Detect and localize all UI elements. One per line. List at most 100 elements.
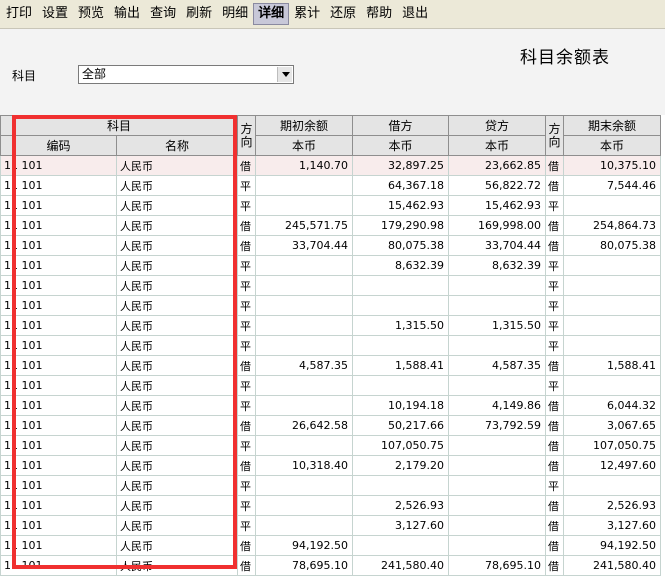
table-row[interactable]: 11 101 人民币平 64,367.18 56,822.72 借 7,544.46 bbox=[0, 175, 661, 196]
name-cell: 人民币 bbox=[116, 435, 238, 456]
opening-balance-cell: 78,695.10 bbox=[255, 555, 353, 576]
closing-direction-cell: 平 bbox=[545, 315, 564, 336]
direction-cell: 借 bbox=[237, 355, 256, 376]
opening-balance-cell bbox=[255, 435, 353, 456]
debit-cell: 1,588.41 bbox=[352, 355, 449, 376]
opening-balance-cell bbox=[255, 515, 353, 536]
toolbar-button-11[interactable]: 退出 bbox=[397, 3, 433, 25]
direction-cell: 借 bbox=[237, 215, 256, 236]
table-row[interactable]: 11 101 人民币借 4,587.35 1,588.41 4,587.35 借 1,588… bbox=[0, 355, 661, 376]
closing-balance-cell: 2,526.93 bbox=[563, 495, 661, 516]
table-row[interactable]: 11 101 人民币平平 bbox=[0, 295, 661, 316]
closing-direction-cell: 借 bbox=[545, 395, 564, 416]
table-row[interactable]: 11 101 人民币平平 bbox=[0, 275, 661, 296]
subject-filter-select[interactable]: 全部 bbox=[78, 65, 294, 84]
table-row[interactable]: 11 101 人民币平平 bbox=[0, 335, 661, 356]
opening-balance-cell: 26,642.58 bbox=[255, 415, 353, 436]
table-row[interactable]: 11 101 人民币借 78,695.10 241,580.40 78,695.10 借 2… bbox=[0, 555, 661, 576]
table-row[interactable]: 11 101 人民币借 245,571.75 179,290.98 169,998.00… bbox=[0, 215, 661, 236]
chevron-down-icon[interactable] bbox=[277, 67, 292, 82]
code-cell: 11 101 bbox=[0, 355, 117, 376]
code-cell: 11 101 bbox=[0, 175, 117, 196]
closing-balance-cell bbox=[563, 315, 661, 336]
table-row[interactable]: 11 101 人民币平平 bbox=[0, 475, 661, 496]
code-cell: 11 101 bbox=[0, 535, 117, 556]
debit-cell bbox=[352, 335, 449, 356]
table-row[interactable]: 11 101 人民币平 3,127.60 借 3,127.60 bbox=[0, 515, 661, 536]
direction-cell: 借 bbox=[237, 155, 256, 176]
table-row[interactable]: 11 101 人民币平平 bbox=[0, 375, 661, 396]
toolbar-button-6[interactable]: 明细 bbox=[217, 3, 253, 25]
opening-balance-cell: 10,318.40 bbox=[255, 455, 353, 476]
closing-balance-cell: 12,497.60 bbox=[563, 455, 661, 476]
closing-balance-cell: 3,127.60 bbox=[563, 515, 661, 536]
closing-direction-cell: 借 bbox=[545, 555, 564, 576]
credit-currency-header: 本币 bbox=[448, 135, 546, 156]
direction-cell: 平 bbox=[237, 295, 256, 316]
toolbar: 打印 设置 预览 输出 查询 刷新 明细 详细 累计 还原 帮助 退出 bbox=[0, 0, 665, 29]
table-row[interactable]: 11 101 人民币平 2,526.93 借 2,526.93 bbox=[0, 495, 661, 516]
toolbar-button-8[interactable]: 累计 bbox=[289, 3, 325, 25]
direction-cell: 借 bbox=[237, 535, 256, 556]
code-cell: 11 101 bbox=[0, 455, 117, 476]
table-row[interactable]: 11 101 人民币借 1,140.70 32,897.25 23,662.85 借 10,… bbox=[0, 155, 661, 176]
opening-balance-cell: 4,587.35 bbox=[255, 355, 353, 376]
direction-cell: 平 bbox=[237, 515, 256, 536]
toolbar-button-10[interactable]: 帮助 bbox=[361, 3, 397, 25]
code-cell: 11 101 bbox=[0, 515, 117, 536]
name-cell: 人民币 bbox=[116, 395, 238, 416]
credit-cell bbox=[448, 275, 546, 296]
closing-direction-cell: 平 bbox=[545, 475, 564, 496]
toolbar-button-7[interactable]: 详细 bbox=[253, 3, 290, 25]
closing-balance-cell: 7,544.46 bbox=[563, 175, 661, 196]
toolbar-button-0[interactable]: 打印 bbox=[1, 3, 37, 25]
opening-balance-cell bbox=[255, 295, 353, 316]
debit-cell: 50,217.66 bbox=[352, 415, 449, 436]
balance-grid[interactable]: 科目 方向 期初余额 借方 贷方 方向 期末余额 编码 名称 本币 本币 本币 … bbox=[0, 115, 665, 576]
table-row[interactable]: 11 101 人民币借 94,192.50 借 94,192.50 bbox=[0, 535, 661, 556]
name-cell: 人民币 bbox=[116, 355, 238, 376]
closing-direction-cell: 平 bbox=[545, 255, 564, 276]
credit-cell: 73,792.59 bbox=[448, 415, 546, 436]
opening-balance-cell bbox=[255, 275, 353, 296]
subject-group-header: 科目 bbox=[0, 115, 238, 136]
table-row[interactable]: 11 101 人民币借 26,642.58 50,217.66 73,792.59 借 3,… bbox=[0, 415, 661, 436]
table-row[interactable]: 11 101 人民币平 10,194.18 4,149.86 借 6,044.32 bbox=[0, 395, 661, 416]
direction-cell: 平 bbox=[237, 435, 256, 456]
closing-balance-cell bbox=[563, 475, 661, 496]
balance-table: 科目 方向 期初余额 借方 贷方 方向 期末余额 编码 名称 本币 本币 本币 … bbox=[0, 115, 661, 576]
direction-cell: 平 bbox=[237, 175, 256, 196]
toolbar-button-9[interactable]: 还原 bbox=[325, 3, 361, 25]
table-row[interactable]: 11 101 人民币平 8,632.39 8,632.39 平 bbox=[0, 255, 661, 276]
table-row[interactable]: 11 101 人民币借 10,318.40 2,179.20 借 12,497.60 bbox=[0, 455, 661, 476]
table-row[interactable]: 11 101 人民币平 15,462.93 15,462.93 平 bbox=[0, 195, 661, 216]
debit-cell: 2,526.93 bbox=[352, 495, 449, 516]
closing-direction-cell: 平 bbox=[545, 335, 564, 356]
credit-header: 贷方 bbox=[448, 115, 546, 136]
closing-direction-cell: 借 bbox=[545, 235, 564, 256]
table-row[interactable]: 11 101 人民币平 1,315.50 1,315.50 平 bbox=[0, 315, 661, 336]
closing-balance-cell bbox=[563, 195, 661, 216]
toolbar-button-5[interactable]: 刷新 bbox=[181, 3, 217, 25]
table-row[interactable]: 11 101 人民币平 107,050.75 借 107,050.75 bbox=[0, 435, 661, 456]
toolbar-button-3[interactable]: 输出 bbox=[109, 3, 145, 25]
toolbar-button-4[interactable]: 查询 bbox=[145, 3, 181, 25]
debit-cell bbox=[352, 475, 449, 496]
toolbar-button-1[interactable]: 设置 bbox=[37, 3, 73, 25]
opening-currency-header: 本币 bbox=[255, 135, 353, 156]
opening-balance-cell: 245,571.75 bbox=[255, 215, 353, 236]
direction-cell: 平 bbox=[237, 255, 256, 276]
credit-cell: 1,315.50 bbox=[448, 315, 546, 336]
code-cell: 11 101 bbox=[0, 335, 117, 356]
code-cell: 11 101 bbox=[0, 155, 117, 176]
toolbar-button-2[interactable]: 预览 bbox=[73, 3, 109, 25]
closing-direction-cell: 借 bbox=[545, 155, 564, 176]
closing-balance-cell bbox=[563, 375, 661, 396]
debit-cell bbox=[352, 375, 449, 396]
table-row[interactable]: 11 101 人民币借 33,704.44 80,075.38 33,704.44 借 80… bbox=[0, 235, 661, 256]
name-cell: 人民币 bbox=[116, 195, 238, 216]
closing-direction-cell: 平 bbox=[545, 195, 564, 216]
credit-cell bbox=[448, 495, 546, 516]
opening-balance-cell bbox=[255, 375, 353, 396]
closing-direction-header: 方向 bbox=[545, 115, 564, 156]
